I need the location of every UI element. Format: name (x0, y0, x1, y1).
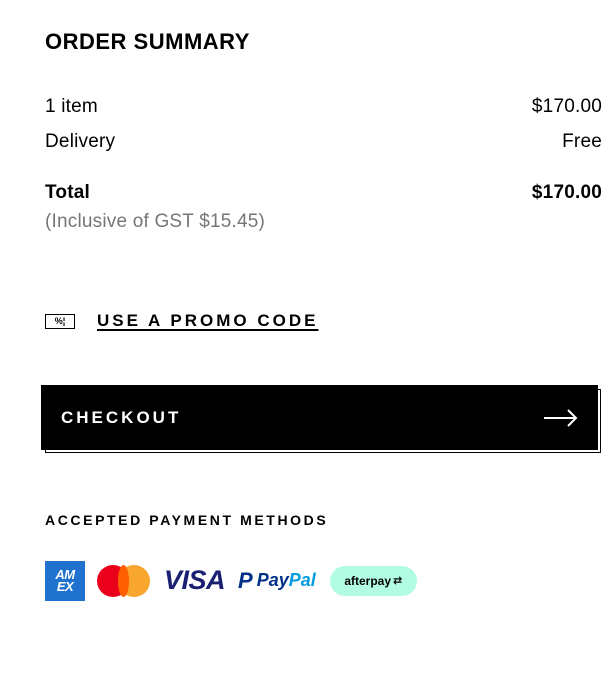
paypal-p-mark: P (238, 567, 253, 593)
paypal-pal: Pal (288, 570, 316, 590)
items-value: $170.00 (531, 96, 602, 117)
afterpay-arrows-icon: ⇄ (393, 575, 403, 587)
gst-note: (Inclusive of GST $15.45) (45, 211, 266, 232)
promo-code-label[interactable]: USE A PROMO CODE (97, 311, 318, 331)
paypal-wordmark: PayPal (257, 570, 316, 591)
afterpay-wordmark: afterpay (344, 573, 392, 588)
payment-methods-list: AM EX VISA P PayPal afterpay ⇄ (45, 560, 417, 601)
mastercard-logo (97, 564, 151, 598)
checkout-label: CHECKOUT (61, 407, 182, 427)
checkout-button-wrapper: CHECKOUT (41, 385, 602, 455)
promo-code-icon: %¦ (45, 313, 75, 329)
mastercard-overlap (118, 564, 129, 597)
delivery-label: Delivery (45, 131, 116, 152)
visa-logo: VISA (164, 565, 226, 595)
amex-logo: AM EX (45, 560, 85, 601)
delivery-value: Free (562, 131, 602, 152)
total-value: $170.00 (531, 182, 602, 203)
items-row: 1 item $170.00 (45, 96, 602, 118)
promo-code-link[interactable]: %¦ USE A PROMO CODE (45, 311, 318, 331)
arrow-right-icon (544, 408, 578, 427)
payment-methods-title: ACCEPTED PAYMENT METHODS (45, 512, 329, 528)
paypal-logo: P PayPal (238, 568, 316, 594)
paypal-pay: Pay (256, 570, 289, 590)
amex-logo-line2: EX (56, 578, 74, 594)
afterpay-logo: afterpay ⇄ (329, 565, 417, 596)
total-row: Total $170.00 (45, 182, 602, 204)
checkout-button[interactable]: CHECKOUT (41, 385, 598, 450)
total-label: Total (45, 182, 90, 203)
delivery-row: Delivery Free (45, 131, 602, 153)
order-summary-panel: ORDER SUMMARY 1 item $170.00 Delivery Fr… (41, 0, 602, 684)
items-label: 1 item (45, 96, 98, 117)
order-summary-title: ORDER SUMMARY (45, 29, 250, 54)
